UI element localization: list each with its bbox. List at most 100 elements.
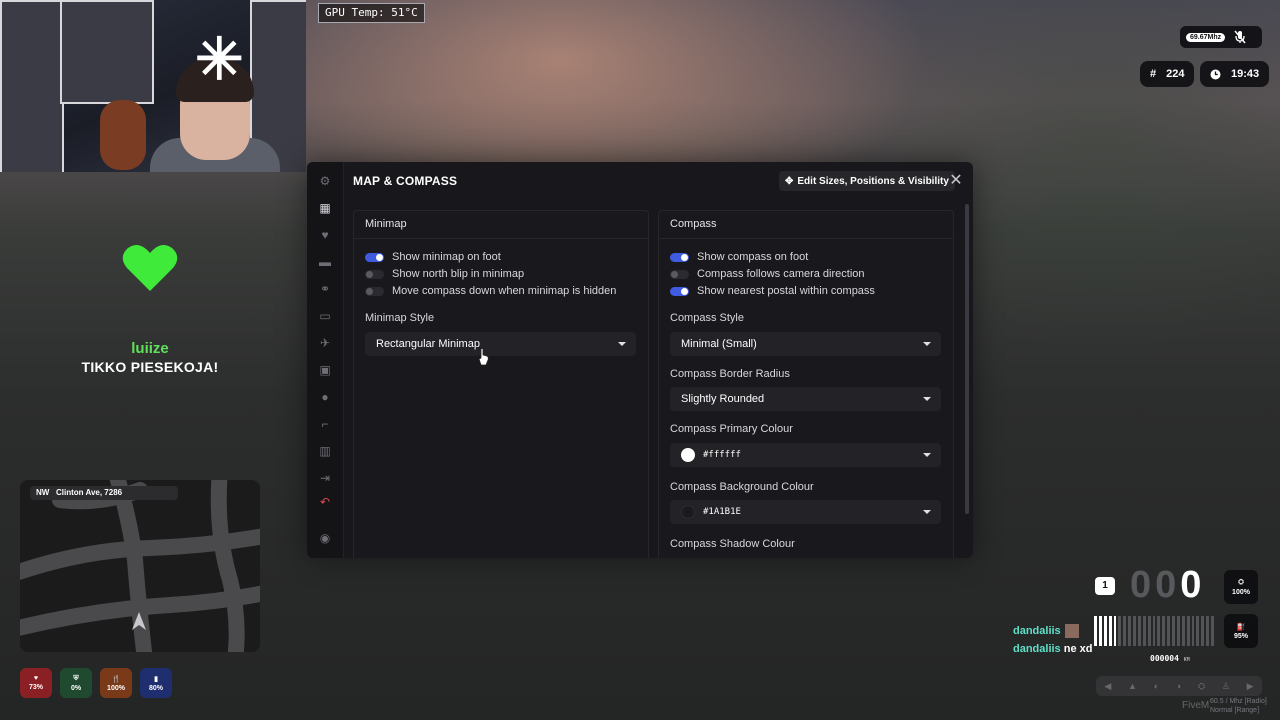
rpm-bar (1094, 612, 1214, 646)
radio-frequency-label: 69.67Mhz (1186, 32, 1226, 42)
shelf (60, 0, 154, 104)
chat-username: dandaliis (1013, 643, 1061, 655)
chart-icon[interactable]: ▥ (316, 442, 334, 460)
webcam-overlay: ✳ (0, 0, 306, 172)
water-icon: ▮ (154, 675, 158, 683)
game-clock: 19:43 (1200, 61, 1270, 87)
toggle-switch[interactable] (365, 269, 384, 279)
fivem-watermark: FiveM (1182, 700, 1210, 711)
move-icon: ✥ (785, 175, 794, 187)
gear-indicator: 1 (1095, 577, 1115, 595)
player-count-value: 224 (1166, 68, 1185, 80)
export-icon[interactable]: ⇥ (316, 469, 334, 487)
toggle-label: Move compass down when minimap is hidden (392, 285, 617, 297)
toggle-label: Compass follows camera direction (697, 268, 865, 280)
toggle-label: Show north blip in minimap (392, 268, 525, 280)
shield-icon: ⛨ (73, 674, 79, 682)
highbeam-icon: ◑ (1175, 681, 1182, 691)
show-north-blip-toggle[interactable]: Show north blip in minimap (365, 266, 524, 282)
toggle-switch[interactable] (365, 286, 384, 296)
bus-icon[interactable]: ▣ (316, 361, 334, 379)
headlight-icon: ◐ (1153, 681, 1160, 691)
heart-icon: ♥ (33, 675, 39, 682)
map-icon[interactable]: ▦ (316, 199, 334, 217)
status-bar: ♥ 73% ⛨ 0% 🍴 100% ▮ 80% (20, 668, 172, 698)
streamer-logo-icon: ✳ (195, 27, 244, 92)
armor-status: ⛨ 0% (60, 668, 92, 698)
border-radius-label: Compass Border Radius (670, 368, 790, 380)
engine-health: ⛭ 100% (1224, 570, 1258, 604)
chat-line: dandaliis ne xd (1013, 643, 1092, 655)
armor-value: 0% (70, 684, 82, 692)
primary-colour-label: Compass Primary Colour (670, 423, 793, 435)
minimap: NW Clinton Ave, 7286 (20, 480, 260, 652)
show-nearest-postal-toggle[interactable]: Show nearest postal within compass (670, 283, 875, 299)
speed-leading-zeros: 00 (1130, 564, 1181, 606)
chat-message: TIKKO PIESEKOJA! (81, 359, 219, 375)
street-name: Clinton Ave, 7286 (56, 488, 123, 497)
fuel-pump-icon: ⛽ (1236, 623, 1246, 631)
shadow-colour-label: Compass Shadow Colour (670, 538, 795, 550)
settings-gear-icon[interactable]: ⚙ (316, 172, 334, 190)
odometer: 000004 KM (1150, 654, 1190, 663)
minimap-style-label: Minimap Style (365, 312, 435, 324)
chat-username: dandaliis (1013, 624, 1061, 637)
info-icon[interactable]: ◉ (316, 529, 334, 547)
food-icon: 🍴 (111, 675, 121, 683)
background-colour-picker[interactable]: #1A1B1E (670, 500, 941, 524)
toggle-switch[interactable] (670, 269, 689, 279)
hunger-status: 🍴 100% (100, 668, 132, 698)
player-arrow-icon (132, 612, 146, 630)
minimap-style-dropdown[interactable]: Rectangular Minimap (365, 332, 636, 356)
speed-value: 0 (1180, 564, 1206, 606)
compass-follows-camera-toggle[interactable]: Compass follows camera direction (670, 266, 865, 282)
move-compass-down-toggle[interactable]: Move compass down when minimap is hidden (365, 283, 616, 299)
clock-icon (1210, 69, 1221, 79)
gun-icon[interactable]: ⌐ (316, 415, 334, 433)
odometer-value: 000004 (1150, 654, 1179, 663)
person-icon[interactable]: ● (316, 388, 334, 406)
toggle-switch[interactable] (365, 252, 384, 262)
compass-style-label: Compass Style (670, 312, 744, 324)
radio-frequency: 69.67Mhz (1180, 26, 1262, 48)
caret-down-icon (923, 342, 931, 346)
voice-info: 60.5 / Mhz [Radio] Normal [Range] (1210, 697, 1267, 715)
colour-hex: #ffffff (703, 450, 741, 460)
map-compass-settings-panel: ⚙ ▦ ♥ ▬ ⚭ ▭ ✈ ▣ ● ⌐ ▥ ⇥ ↶ ◉ MAP & COMPAS… (307, 162, 973, 558)
toggle-label: Show minimap on foot (392, 251, 501, 263)
undo-icon[interactable]: ↶ (316, 493, 334, 511)
toggle-switch[interactable] (670, 252, 689, 262)
chat-text: ne xd (1063, 643, 1093, 655)
compass-style-dropdown[interactable]: Minimal (Small) (670, 332, 941, 356)
engine-light-icon: ⛭ (1197, 680, 1206, 691)
minimap-section: Minimap Show minimap on foot Show north … (353, 210, 649, 558)
panel-title: MAP & COMPASS (353, 174, 458, 188)
player-count: # 224 (1140, 61, 1195, 87)
toggle-label: Show compass on foot (697, 251, 809, 263)
edit-layout-button[interactable]: ✥ Edit Sizes, Positions & Visibility (779, 171, 955, 191)
toggle-switch[interactable] (670, 286, 689, 296)
primary-colour-picker[interactable]: #ffffff (670, 443, 941, 467)
hunger-value: 100% (107, 684, 125, 692)
engine-value: 100% (1232, 588, 1250, 596)
scrollbar[interactable] (965, 204, 969, 514)
airplane-icon[interactable]: ✈ (316, 334, 334, 352)
chat-line: dandaliis (1013, 624, 1079, 638)
show-minimap-on-foot-toggle[interactable]: Show minimap on foot (365, 249, 501, 265)
bicycle-icon[interactable]: ⚭ (316, 280, 334, 298)
warning-icon: ▲ (1128, 681, 1137, 691)
voice-range-line: Normal [Range] (1210, 707, 1260, 714)
heartbeat-icon[interactable]: ♥ (316, 226, 334, 244)
taxi-icon[interactable]: ▭ (316, 307, 334, 325)
car-icon[interactable]: ▬ (316, 253, 334, 271)
border-radius-dropdown[interactable]: Slightly Rounded (670, 387, 941, 411)
dropdown-value: Slightly Rounded (681, 393, 765, 405)
hash-icon: # (1150, 68, 1157, 80)
mouse-cursor-icon (478, 348, 489, 366)
seatbelt-icon: ♙ (1221, 680, 1230, 691)
fuel-level: ⛽ 95% (1224, 614, 1258, 648)
show-compass-on-foot-toggle[interactable]: Show compass on foot (670, 249, 808, 265)
colour-swatch (681, 448, 695, 462)
teddy-bear (100, 100, 146, 170)
close-icon[interactable]: ✕ (947, 172, 965, 190)
